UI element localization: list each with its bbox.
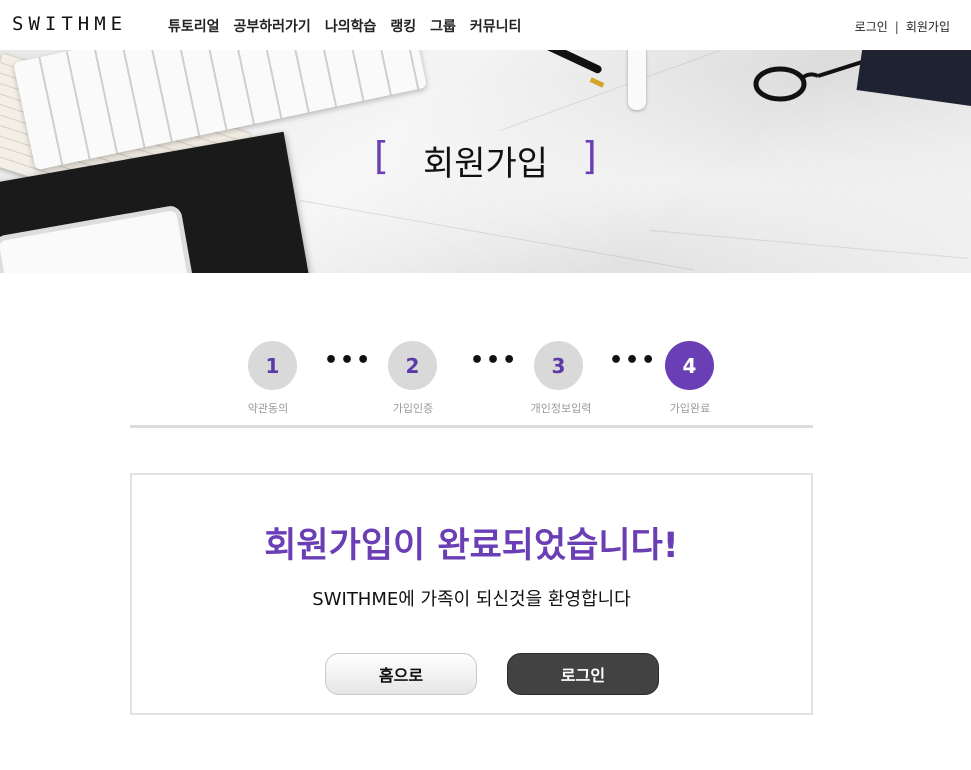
login-link[interactable]: 로그인 <box>855 18 888 35</box>
steps-divider <box>130 425 813 428</box>
home-button[interactable]: 홈으로 <box>325 653 477 695</box>
title-bracket-right: ] <box>582 134 597 178</box>
welcome-message: SWITHME에 가족이 되신것을 환영합니다 <box>312 589 631 610</box>
auth-separator: | <box>894 19 899 34</box>
page-title: [ 회원가입 ] <box>0 134 971 185</box>
step-2-label: 가입인증 <box>392 402 434 415</box>
step-3-label: 개인정보입력 <box>530 402 592 415</box>
signup-steps: 1 ••• 2 ••• 3 ••• 4 약관동의 가입인증 개인정보입력 가입완… <box>130 338 813 430</box>
step-separator-3: ••• <box>609 348 658 373</box>
step-2-circle: 2 <box>388 341 437 390</box>
step-4-label: 가입완료 <box>669 402 711 415</box>
main-nav: 튜토리얼 공부하러가기 나의학습 랭킹 그룹 커뮤니티 <box>168 16 521 36</box>
step-separator-2: ••• <box>470 348 519 373</box>
logo[interactable]: SWITHME <box>12 13 127 35</box>
nav-item-community[interactable]: 커뮤니티 <box>470 16 522 36</box>
title-bracket-left: [ <box>374 134 389 178</box>
nav-item-ranking[interactable]: 랭킹 <box>390 16 416 36</box>
completion-panel: 회원가입이 완료되었습니다! SWITHME에 가족이 되신것을 환영합니다 홈… <box>130 473 813 715</box>
hero-banner: [ 회원가입 ] <box>0 50 971 273</box>
step-1-label: 약관동의 <box>247 402 289 415</box>
page-title-text: 회원가입 <box>422 144 549 184</box>
nav-item-my-learning[interactable]: 나의학습 <box>325 16 377 36</box>
completion-title: 회원가입이 완료되었습니다! <box>264 526 679 566</box>
nav-item-study[interactable]: 공부하러가기 <box>234 16 311 36</box>
top-header: SWITHME 튜토리얼 공부하러가기 나의학습 랭킹 그룹 커뮤니티 로그인 … <box>0 0 971 50</box>
pen-cap-image <box>628 50 646 110</box>
step-3-circle: 3 <box>534 341 583 390</box>
nav-item-tutorial[interactable]: 튜토리얼 <box>168 16 220 36</box>
book-image <box>856 50 971 110</box>
nav-item-group[interactable]: 그룹 <box>430 16 456 36</box>
login-button[interactable]: 로그인 <box>507 653 659 695</box>
pen-image <box>527 50 603 75</box>
glasses-image <box>753 60 862 102</box>
step-separator-1: ••• <box>324 348 373 373</box>
step-4-circle: 4 <box>665 341 714 390</box>
step-1-circle: 1 <box>248 341 297 390</box>
signup-link[interactable]: 회원가입 <box>906 18 950 35</box>
auth-links: 로그인 | 회원가입 <box>855 18 950 35</box>
